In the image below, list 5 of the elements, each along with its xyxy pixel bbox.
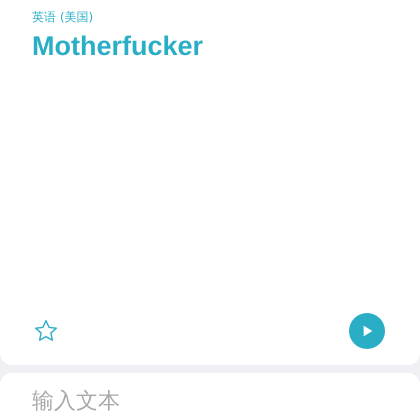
play-button[interactable] <box>349 313 385 349</box>
translation-text: Motherfucker <box>32 30 204 63</box>
text-input-field[interactable]: 输入文本 <box>32 385 388 418</box>
language-label: 英语 (美国) <box>32 9 94 26</box>
input-card[interactable]: 输入文本 <box>0 373 420 420</box>
